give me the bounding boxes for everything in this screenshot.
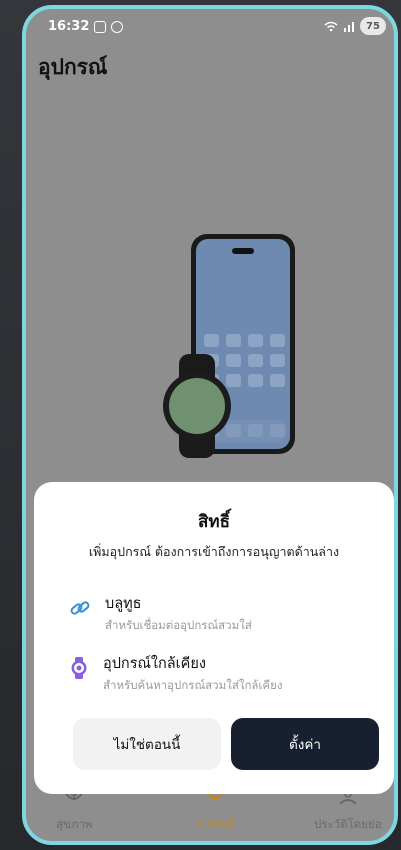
permission-title-nearby: อุปกรณ์ใกล้เคียง <box>103 656 206 672</box>
status-bar: 16:32 75 <box>26 9 394 43</box>
phone-screen: 16:32 75 อุปกรณ์ สุขภาพ อุปกรณ์ ประวัติโ… <box>22 5 398 845</box>
notification-icon <box>111 20 124 33</box>
permission-title-bluetooth: บลูทูธ <box>105 596 142 612</box>
status-left: 16:32 <box>48 19 124 34</box>
permission-sheet: สิทธิ์ เพิ่มอุปกรณ์ ต้องการเข้าถึงการอนุ… <box>34 482 394 794</box>
sheet-title: สิทธิ์ <box>198 512 230 532</box>
not-now-button[interactable]: ไม่ใช่ตอนนี้ <box>73 718 221 770</box>
screenshot-icon <box>94 20 107 33</box>
nav-item-health[interactable]: สุขภาพ <box>56 791 93 834</box>
page-title: อุปกรณ์ <box>38 55 108 79</box>
link-icon <box>70 601 90 615</box>
permission-desc-nearby: สำหรับค้นหาอุปกรณ์สวมใส่ใกล้เคียง <box>103 678 283 692</box>
settings-button[interactable]: ตั้งค่า <box>231 718 379 770</box>
watch-icon <box>71 657 87 679</box>
status-right: 75 <box>324 17 386 35</box>
battery-indicator: 75 <box>360 17 386 35</box>
wifi-icon <box>324 21 338 31</box>
permission-desc-bluetooth: สำหรับเชื่อมต่ออุปกรณ์สวมใส่ <box>105 618 252 632</box>
signal-icon <box>344 21 354 32</box>
status-time: 16:32 <box>48 19 90 34</box>
nav-item-device[interactable]: อุปกรณ์ <box>196 791 235 834</box>
permission-item-bluetooth: บลูทูธ สำหรับเชื่อมต่ออุปกรณ์สวมใส่ <box>70 592 252 635</box>
sheet-subtitle: เพิ่มอุปกรณ์ ต้องการเข้าถึงการอนุญาตด้าน… <box>88 544 340 559</box>
bottom-nav: สุขภาพ อุปกรณ์ ประวัติโดยย่อ <box>26 790 394 841</box>
nav-label-device: อุปกรณ์ <box>196 817 235 831</box>
nav-item-profile[interactable]: ประวัติโดยย่อ <box>314 790 382 834</box>
nav-label-health: สุขภาพ <box>56 817 93 831</box>
device-illustration <box>163 234 295 458</box>
nav-label-profile: ประวัติโดยย่อ <box>314 817 382 831</box>
permission-item-nearby: อุปกรณ์ใกล้เคียง สำหรับค้นหาอุปกรณ์สวมใส… <box>70 652 282 695</box>
